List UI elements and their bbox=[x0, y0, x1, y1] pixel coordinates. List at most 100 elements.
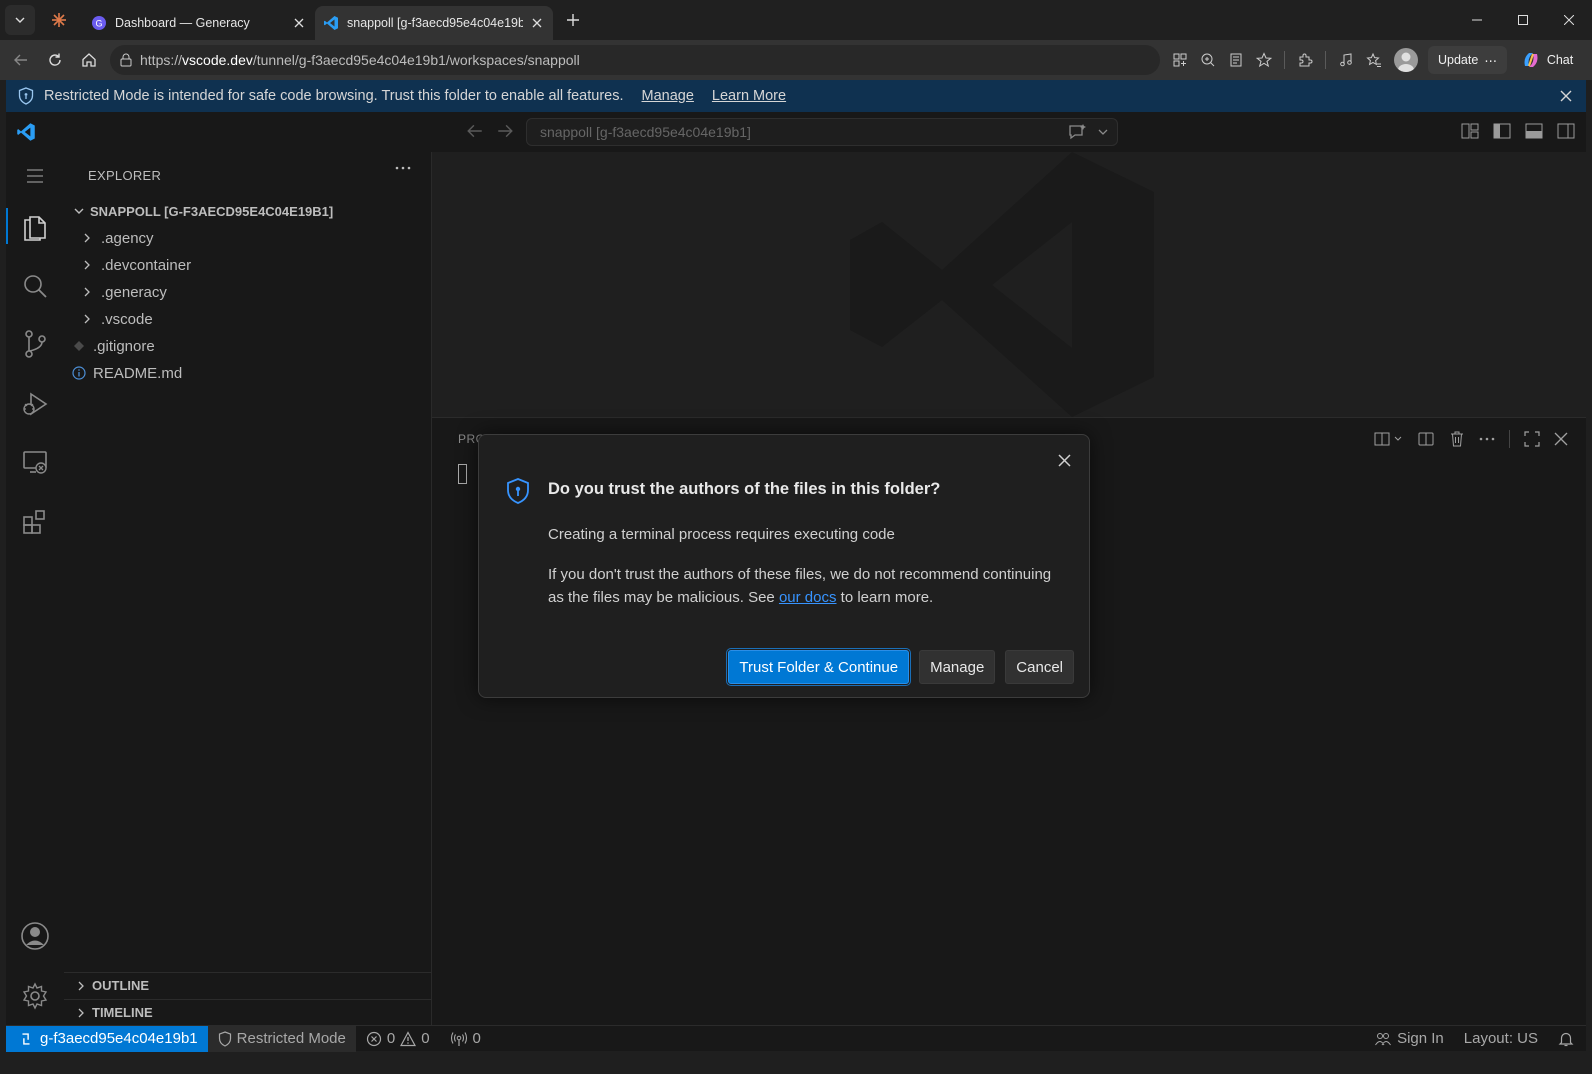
refresh-button[interactable] bbox=[38, 44, 72, 76]
manage-settings-button[interactable] bbox=[6, 972, 64, 1020]
update-button[interactable]: Update ⋯ bbox=[1428, 46, 1507, 74]
timeline-section[interactable]: TIMELINE bbox=[64, 999, 432, 1025]
problems-status[interactable]: 0 0 bbox=[356, 1026, 440, 1052]
extensions-icon[interactable] bbox=[1291, 44, 1319, 76]
tree-item-label: .vscode bbox=[101, 310, 153, 328]
dialog-title: Do you trust the authors of the files in… bbox=[548, 480, 941, 498]
split-terminal-icon[interactable] bbox=[1417, 430, 1435, 448]
go-forward-icon[interactable] bbox=[496, 122, 514, 140]
favorite-star-icon[interactable] bbox=[1250, 44, 1278, 76]
close-tab-icon[interactable] bbox=[529, 15, 545, 31]
menu-button[interactable] bbox=[6, 152, 64, 200]
tree-item-agency[interactable]: .agency bbox=[78, 225, 154, 251]
new-terminal-split-icon[interactable] bbox=[1373, 430, 1403, 448]
tree-item-vscode[interactable]: .vscode bbox=[78, 306, 153, 332]
remote-icon bbox=[20, 1032, 30, 1045]
copilot-chat-button[interactable]: Chat bbox=[1515, 46, 1579, 74]
app-available-icon[interactable] bbox=[1166, 44, 1194, 76]
shield-icon bbox=[507, 478, 529, 504]
url-prefix: https:// bbox=[140, 52, 183, 68]
minimize-button[interactable] bbox=[1454, 0, 1500, 40]
copilot-chat-icon[interactable] bbox=[1067, 123, 1087, 141]
toggle-primary-sidebar-icon[interactable] bbox=[1492, 122, 1512, 140]
outline-section[interactable]: OUTLINE bbox=[64, 972, 432, 998]
error-icon bbox=[366, 1031, 381, 1046]
profile-avatar[interactable] bbox=[1394, 48, 1418, 72]
notifications-button[interactable] bbox=[1548, 1026, 1586, 1052]
git-file-icon bbox=[70, 340, 88, 352]
command-center[interactable]: snappoll [g-f3aecd95e4c04e19b1] bbox=[526, 118, 1118, 146]
gear-icon bbox=[22, 982, 48, 1010]
close-window-button[interactable] bbox=[1546, 0, 1592, 40]
source-control-view-button[interactable] bbox=[6, 320, 64, 368]
sign-in-label: Sign In bbox=[1397, 1030, 1444, 1047]
dialog-close-button[interactable] bbox=[1053, 449, 1075, 471]
toggle-secondary-sidebar-icon[interactable] bbox=[1556, 122, 1576, 140]
extensions-view-button[interactable] bbox=[6, 498, 64, 546]
explorer-view-button[interactable] bbox=[6, 202, 64, 250]
remote-label: g-f3aecd95e4c04e19b1 bbox=[40, 1030, 198, 1047]
maximize-panel-icon[interactable] bbox=[1524, 431, 1540, 447]
trash-icon[interactable] bbox=[1449, 430, 1465, 448]
new-tab-button[interactable] bbox=[557, 4, 589, 36]
our-docs-link[interactable]: our docs bbox=[779, 589, 837, 606]
close-tab-icon[interactable] bbox=[291, 15, 307, 31]
tab-snappoll[interactable]: snappoll [g-f3aecd95e4c04e19b1] bbox=[315, 6, 553, 40]
tree-item-devcontainer[interactable]: .devcontainer bbox=[78, 252, 191, 278]
back-button[interactable] bbox=[4, 44, 38, 76]
dialog-message-tail: to learn more. bbox=[836, 589, 934, 606]
banner-close-icon[interactable] bbox=[1560, 90, 1572, 102]
url-host: vscode.dev bbox=[182, 52, 253, 68]
zoom-icon[interactable] bbox=[1194, 44, 1222, 76]
url-path: /tunnel/g-f3aecd95e4c04e19b1/workspaces/… bbox=[252, 52, 580, 68]
go-back-icon[interactable] bbox=[466, 122, 484, 140]
tree-item-readme[interactable]: README.md bbox=[70, 360, 182, 386]
chevron-down-icon[interactable] bbox=[1097, 126, 1109, 138]
customize-layout-icon[interactable] bbox=[1460, 122, 1480, 140]
tab-dashboard[interactable]: G Dashboard — Generacy bbox=[83, 6, 315, 40]
more-actions-icon[interactable] bbox=[395, 166, 411, 170]
maximize-button[interactable] bbox=[1500, 0, 1546, 40]
remote-explorer-view-button[interactable] bbox=[6, 438, 64, 486]
reader-view-icon[interactable] bbox=[1222, 44, 1250, 76]
workspace-root-folder[interactable]: SNAPPOLL [G-F3AECD95E4C04E19B1] bbox=[70, 200, 333, 222]
chevron-right-icon bbox=[78, 232, 96, 244]
banner-learn-more-link[interactable]: Learn More bbox=[712, 88, 786, 104]
restricted-mode-status[interactable]: Restricted Mode bbox=[207, 1025, 356, 1052]
window-controls bbox=[1454, 0, 1592, 40]
tree-item-gitignore[interactable]: .gitignore bbox=[70, 333, 155, 359]
home-button[interactable] bbox=[72, 44, 106, 76]
chevron-right-icon bbox=[72, 980, 90, 992]
more-actions-icon[interactable] bbox=[1479, 437, 1495, 441]
sign-in-status[interactable]: Sign In bbox=[1364, 1026, 1454, 1052]
favorites-icon[interactable] bbox=[1360, 44, 1388, 76]
url-field[interactable]: https://vscode.dev/tunnel/g-f3aecd95e4c0… bbox=[110, 45, 1160, 75]
keyboard-layout-status[interactable]: Layout: US bbox=[1454, 1026, 1548, 1052]
account-group-icon bbox=[1375, 1032, 1391, 1045]
ports-status[interactable]: 0 bbox=[440, 1026, 491, 1052]
tab-list-button[interactable] bbox=[5, 5, 35, 35]
dialog-message: If you don't trust the authors of these … bbox=[548, 563, 1068, 609]
shield-icon bbox=[18, 87, 34, 105]
search-view-button[interactable] bbox=[6, 262, 64, 310]
banner-manage-link[interactable]: Manage bbox=[642, 88, 694, 104]
vscode-logo-icon bbox=[17, 123, 35, 141]
pinned-tab[interactable] bbox=[35, 0, 83, 40]
source-control-icon bbox=[25, 330, 46, 358]
close-icon bbox=[1057, 453, 1071, 467]
toggle-panel-icon[interactable] bbox=[1524, 122, 1544, 140]
media-control-icon[interactable] bbox=[1332, 44, 1360, 76]
manage-button[interactable]: Manage bbox=[919, 650, 996, 684]
trust-folder-continue-button[interactable]: Trust Folder & Continue bbox=[726, 648, 912, 686]
layout-label: Layout: US bbox=[1463, 1030, 1538, 1047]
close-panel-icon[interactable] bbox=[1554, 432, 1568, 446]
chat-label: Chat bbox=[1546, 53, 1574, 67]
tree-item-generacy[interactable]: .generacy bbox=[78, 279, 167, 305]
command-center-label: snappoll [g-f3aecd95e4c04e19b1] bbox=[540, 124, 751, 140]
accounts-button[interactable] bbox=[6, 912, 64, 960]
warning-icon bbox=[400, 1030, 417, 1046]
remote-indicator[interactable]: g-f3aecd95e4c04e19b1 bbox=[6, 1025, 208, 1052]
cancel-button[interactable]: Cancel bbox=[1005, 650, 1074, 684]
tree-item-label: .agency bbox=[101, 229, 154, 247]
run-debug-view-button[interactable] bbox=[6, 380, 64, 428]
